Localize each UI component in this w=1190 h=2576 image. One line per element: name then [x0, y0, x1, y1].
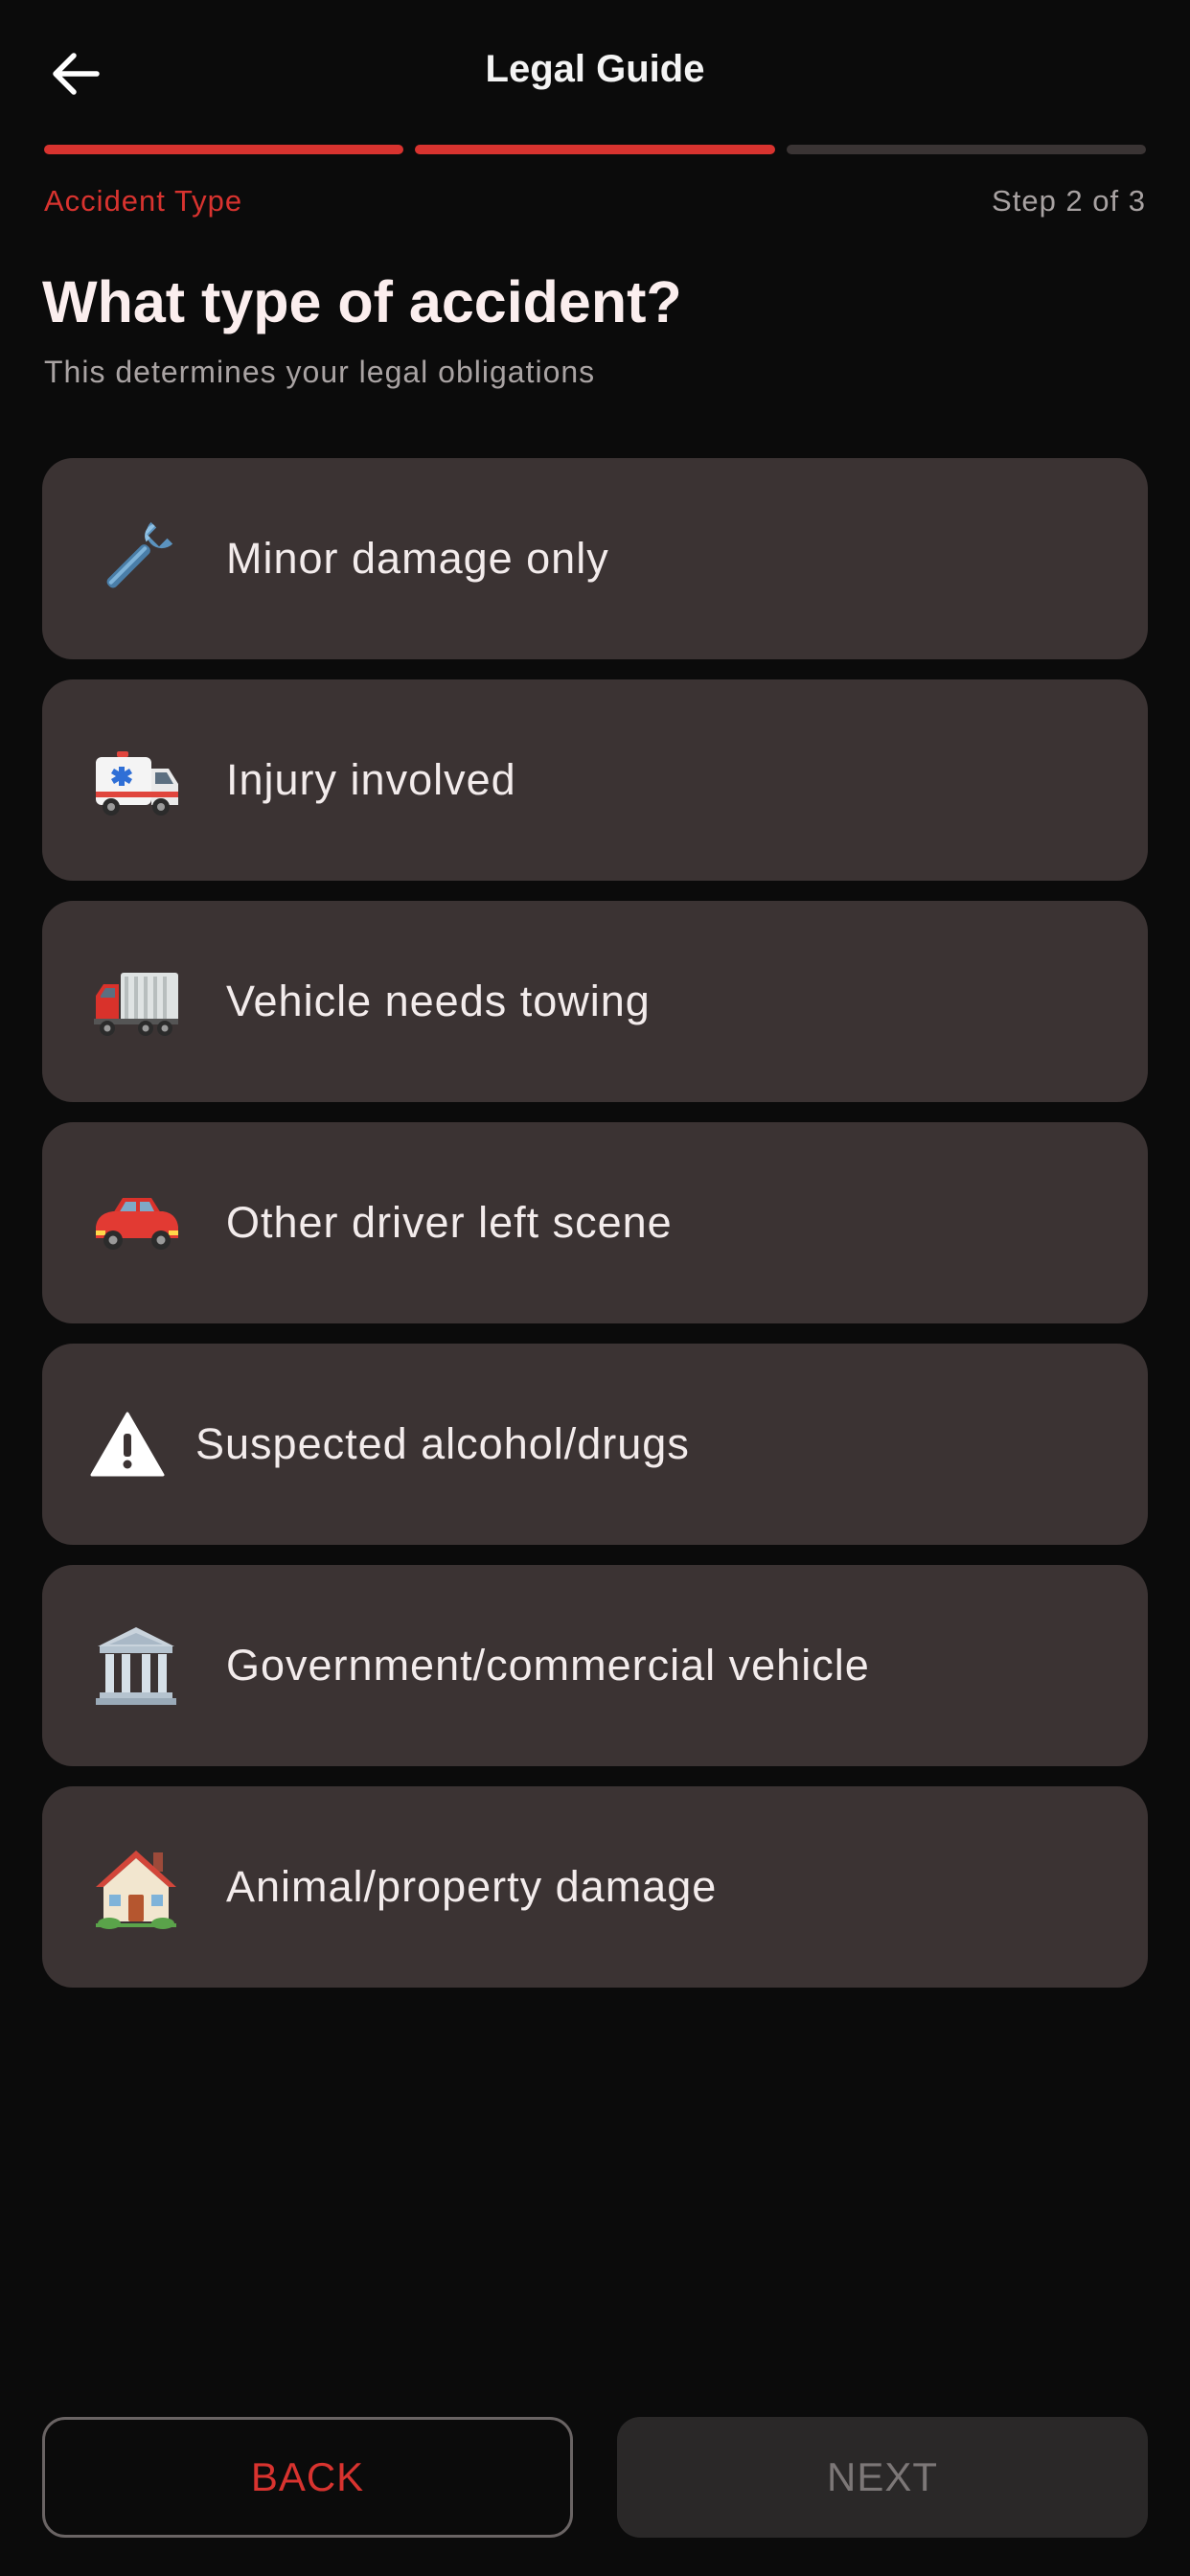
option-label: Animal/property damage [226, 1862, 718, 1911]
option-label: Injury involved [226, 755, 516, 804]
back-button[interactable]: BACK [42, 2417, 573, 2538]
house-icon [90, 1841, 182, 1933]
next-button[interactable]: NEXT [617, 2417, 1148, 2538]
progress-segment-3 [786, 145, 1146, 154]
ambulance-icon [90, 734, 182, 826]
header: Legal Guide [0, 0, 1190, 144]
warning-icon [90, 1398, 167, 1490]
step-count: Step 2 of 3 [992, 184, 1146, 218]
option-towing[interactable]: Vehicle needs towing [42, 901, 1148, 1102]
step-label: Accident Type [44, 184, 243, 218]
progress-segment-1 [44, 145, 404, 154]
option-minor-damage[interactable]: Minor damage only [42, 458, 1148, 659]
page-title: Legal Guide [485, 48, 705, 90]
option-label: Vehicle needs towing [226, 977, 651, 1025]
option-hit-and-run[interactable]: Other driver left scene [42, 1122, 1148, 1323]
government-building-icon [90, 1620, 182, 1712]
option-label: Other driver left scene [226, 1198, 673, 1247]
car-icon [90, 1177, 182, 1269]
truck-icon [90, 955, 182, 1047]
option-animal-property[interactable]: Animal/property damage [42, 1786, 1148, 1988]
question-title: What type of accident? [42, 269, 682, 334]
option-label: Suspected alcohol/drugs [195, 1419, 690, 1468]
progress-segment-2 [415, 145, 775, 154]
footer-actions: BACK NEXT [0, 2369, 1190, 2576]
option-label: Government/commercial vehicle [226, 1641, 870, 1690]
option-alcohol-drugs[interactable]: Suspected alcohol/drugs [42, 1344, 1148, 1545]
progress-bar [44, 145, 1146, 154]
question-subtitle: This determines your legal obligations [44, 355, 596, 389]
option-injury[interactable]: Injury involved [42, 679, 1148, 881]
options-list: Minor damage only Injury involved Vehicl… [42, 458, 1148, 2008]
wrench-icon [90, 513, 182, 605]
option-government-vehicle[interactable]: Government/commercial vehicle [42, 1565, 1148, 1766]
option-label: Minor damage only [226, 534, 609, 583]
